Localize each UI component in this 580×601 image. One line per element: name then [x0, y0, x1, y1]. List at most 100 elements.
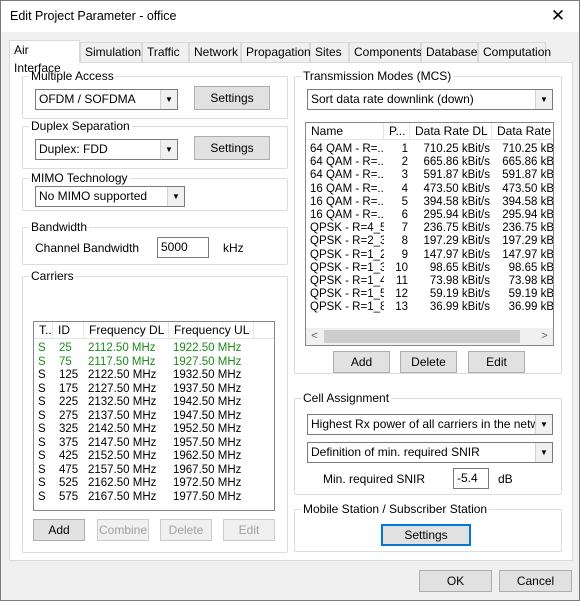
table-row[interactable]: QPSK - R=1_2 9 147.97 kBit/s 147.97 kB	[306, 249, 553, 262]
chevron-down-icon[interactable]: ▼	[535, 90, 552, 109]
cell-assignment-method-select[interactable]: Highest Rx power of all carriers in the …	[307, 414, 553, 435]
min-snir-input[interactable]: -5.4	[453, 468, 489, 489]
carrier-id-cell: 25	[59, 342, 72, 354]
channel-bandwidth-label: Channel Bandwidth	[35, 241, 140, 255]
mcs-name-cell: 64 QAM - R=...	[310, 169, 384, 182]
table-row[interactable]: QPSK - R=1_8 13 36.99 kBit/s 36.99 kB	[306, 301, 553, 314]
table-row[interactable]: S 25 2112.50 MHz 1922.50 MHz	[34, 342, 274, 355]
column-header-type[interactable]: T..	[34, 322, 53, 339]
chevron-down-icon[interactable]: ▼	[160, 90, 177, 109]
chevron-down-icon[interactable]: ▼	[535, 443, 552, 462]
table-row[interactable]: S 75 2117.50 MHz 1927.50 MHz	[34, 356, 274, 369]
close-icon[interactable]: ✕	[547, 5, 569, 27]
mobile-station-group: Mobile Station / Subscriber Station Sett…	[294, 502, 562, 552]
table-row[interactable]: S 425 2152.50 MHz 1962.50 MHz	[34, 450, 274, 463]
mcs-data-rate-dl-cell: 665.86 kBit/s	[423, 156, 490, 169]
table-row[interactable]: 64 QAM - R=... 2 665.86 kBit/s 665.86 kB	[306, 156, 553, 169]
multiple-access-settings-button[interactable]: Settings	[194, 86, 270, 110]
mcs-delete-button[interactable]: Delete	[400, 351, 457, 373]
table-row[interactable]: S 575 2167.50 MHz 1977.50 MHz	[34, 491, 274, 504]
table-row[interactable]: S 175 2127.50 MHz 1937.50 MHz	[34, 383, 274, 396]
table-row[interactable]: S 275 2137.50 MHz 1947.50 MHz	[34, 410, 274, 423]
carrier-delete-button[interactable]: Delete	[160, 519, 212, 541]
table-row[interactable]: S 325 2142.50 MHz 1952.50 MHz	[34, 423, 274, 436]
table-row[interactable]: QPSK - R=2_3 8 197.29 kBit/s 197.29 kB	[306, 235, 553, 248]
tab-network[interactable]: Network	[189, 42, 241, 62]
duplex-settings-button[interactable]: Settings	[194, 136, 270, 160]
tab-components[interactable]: Components	[349, 42, 422, 62]
scrollbar-thumb[interactable]	[324, 330, 520, 343]
table-row[interactable]: QPSK - R=4_5 7 236.75 kBit/s 236.75 kB	[306, 222, 554, 235]
carrier-id-cell: 75	[59, 355, 72, 368]
carrier-frequency-dl-cell: 2122.50 MHz	[88, 369, 157, 381]
mcs-horizontal-scrollbar[interactable]: < >	[306, 328, 553, 345]
table-row[interactable]: S 225 2132.50 MHz 1942.50 MHz	[34, 396, 274, 409]
mcs-name-cell: QPSK - R=4_5	[310, 222, 384, 235]
column-header-data-rate-ul[interactable]: Data Rate	[492, 123, 553, 140]
column-header-id[interactable]: ID	[53, 322, 84, 339]
snir-unit: dB	[498, 472, 513, 486]
table-row[interactable]: 64 QAM - R=... 1 710.25 kBit/s 710.25 kB	[306, 143, 553, 156]
carrier-id-cell: 125	[59, 369, 79, 381]
tab-sites[interactable]: Sites	[310, 42, 349, 62]
mcs-sort-select[interactable]: Sort data rate downlink (down) ▼	[307, 89, 553, 110]
carrier-edit-button[interactable]: Edit	[223, 519, 275, 541]
mimo-value: No MIMO supported	[39, 189, 148, 203]
duplex-select[interactable]: Duplex: FDD ▼	[35, 139, 178, 160]
chevron-right-icon[interactable]: >	[536, 328, 553, 345]
min-snir-label: Min. required SNIR	[323, 472, 426, 486]
channel-bandwidth-input[interactable]: 5000	[157, 237, 209, 258]
mcs-name-cell: QPSK - R=1_4	[310, 275, 384, 287]
mcs-priority-cell: 3	[401, 169, 408, 182]
column-header-priority[interactable]: P...	[384, 123, 410, 140]
table-row[interactable]: S 375 2147.50 MHz 1957.50 MHz	[34, 437, 274, 450]
carrier-type-cell: S	[38, 342, 46, 354]
mcs-add-button[interactable]: Add	[333, 351, 390, 373]
table-row[interactable]: S 525 2162.50 MHz 1972.50 MHz	[34, 477, 274, 490]
carrier-add-button[interactable]: Add	[33, 519, 85, 541]
tab-database[interactable]: Database	[421, 42, 478, 62]
column-header-data-rate-dl[interactable]: Data Rate DL	[410, 123, 492, 140]
tab-traffic[interactable]: Traffic	[142, 42, 189, 62]
mcs-data-rate-dl-cell: 197.29 kBit/s	[423, 235, 490, 248]
table-row[interactable]: 16 QAM - R=... 6 295.94 kBit/s 295.94 kB	[306, 209, 553, 222]
table-row[interactable]: QPSK - R=1_3 10 98.65 kBit/s 98.65 kB	[306, 261, 553, 275]
chevron-down-icon[interactable]: ▼	[535, 415, 552, 434]
carrier-frequency-dl-cell: 2162.50 MHz	[88, 477, 157, 489]
chevron-down-icon[interactable]: ▼	[167, 187, 184, 206]
carrier-combine-button[interactable]: Combine	[97, 519, 149, 541]
mcs-list[interactable]: Name P... Data Rate DL Data Rate 64 QAM …	[305, 122, 554, 346]
tab-air-interface[interactable]: Air Interface	[9, 40, 80, 75]
snir-definition-select[interactable]: Definition of min. required SNIR ▼	[307, 442, 553, 463]
table-row[interactable]: S 125 2122.50 MHz 1932.50 MHz	[34, 369, 274, 382]
column-header-name[interactable]: Name	[306, 123, 384, 140]
cancel-button[interactable]: Cancel	[499, 570, 572, 592]
column-header-frequency-dl[interactable]: Frequency DL	[84, 322, 169, 339]
bandwidth-group: Bandwidth Channel Bandwidth 5000 kHz	[22, 220, 288, 265]
carrier-id-cell: 575	[59, 490, 79, 503]
mcs-priority-cell: 10	[395, 261, 408, 274]
table-row[interactable]: 16 QAM - R=... 4 473.50 kBit/s 473.50 kB	[306, 183, 553, 196]
ok-button[interactable]: OK	[419, 570, 492, 592]
mcs-edit-button[interactable]: Edit	[468, 351, 525, 373]
mcs-priority-cell: 7	[401, 222, 408, 235]
table-row[interactable]: QPSK - R=1_4 11 73.98 kBit/s 73.98 kB	[306, 275, 553, 288]
chevron-left-icon[interactable]: <	[306, 328, 323, 345]
tab-propagation[interactable]: Propagation	[241, 42, 311, 62]
column-header-frequency-ul[interactable]: Frequency UL	[169, 322, 254, 339]
table-row[interactable]: 16 QAM - R=... 5 394.58 kBit/s 394.58 kB	[306, 195, 553, 209]
mcs-priority-cell: 6	[401, 209, 408, 221]
table-row[interactable]: S 475 2157.50 MHz 1967.50 MHz	[34, 464, 274, 477]
table-row[interactable]: QPSK - R=1_5 12 59.19 kBit/s 59.19 kB	[306, 288, 553, 301]
mobile-station-settings-button[interactable]: Settings	[381, 524, 471, 546]
cell-assignment-group: Cell Assignment Highest Rx power of all …	[294, 391, 562, 495]
table-row[interactable]: 64 QAM - R=... 3 591.87 kBit/s 591.87 kB	[306, 169, 553, 182]
carriers-list[interactable]: T.. ID Frequency DL Frequency UL S 25 2112…	[33, 321, 275, 511]
multiple-access-select[interactable]: OFDM / SOFDMA ▼	[35, 89, 178, 110]
tab-computation[interactable]: Computation	[478, 42, 551, 62]
mcs-data-rate-ul-cell: 236.75 kB	[502, 222, 554, 235]
mcs-data-rate-dl-cell: 394.58 kBit/s	[423, 195, 490, 208]
tab-simulation[interactable]: Simulation	[80, 42, 142, 62]
mimo-select[interactable]: No MIMO supported ▼	[35, 186, 185, 207]
chevron-down-icon[interactable]: ▼	[160, 140, 177, 159]
